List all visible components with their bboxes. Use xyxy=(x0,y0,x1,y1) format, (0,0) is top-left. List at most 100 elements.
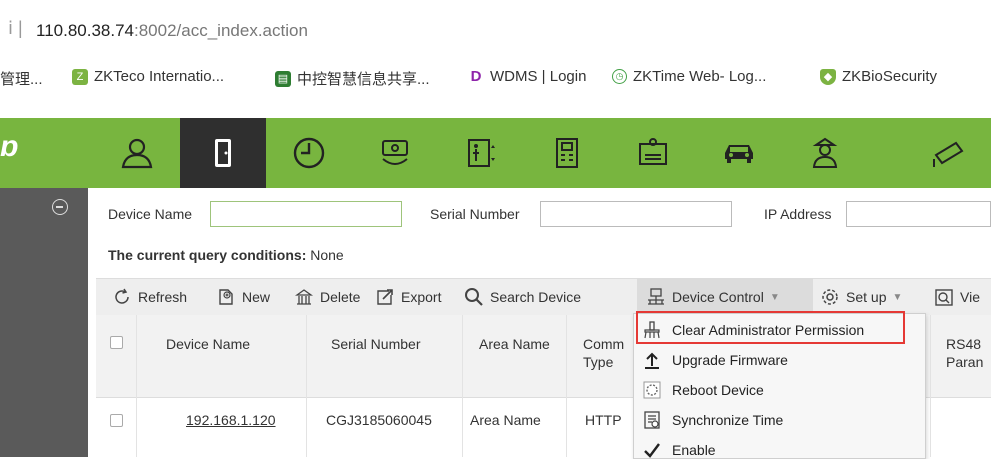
bookmark-label: ZKTeco Internatio... xyxy=(94,68,225,85)
col-device-name[interactable]: Device Name xyxy=(166,336,250,352)
bookmark-label: WDMS | Login xyxy=(490,68,587,85)
bookmark-1[interactable]: 管理... xyxy=(0,68,43,89)
column-divider xyxy=(462,315,463,457)
enable-icon xyxy=(644,443,660,458)
bookmark-share[interactable]: ▤ 中控智慧信息共享... xyxy=(275,68,430,89)
device-name-label: Device Name xyxy=(108,206,193,222)
bookmark-wdms[interactable]: D WDMS | Login xyxy=(468,68,586,85)
search-icon xyxy=(465,288,483,306)
row-device-name-link[interactable]: 192.168.1.120 xyxy=(186,412,276,428)
row-area-name: Area Name xyxy=(470,412,541,428)
top-module-nav xyxy=(0,118,991,188)
view-label: Vie xyxy=(960,289,980,305)
refresh-label: Refresh xyxy=(138,289,188,305)
col-rs485-line2[interactable]: Paran xyxy=(946,354,983,370)
video-module[interactable] xyxy=(905,118,991,188)
export-icon xyxy=(377,289,393,305)
setup-label: Set up xyxy=(846,289,887,305)
gear-icon xyxy=(822,289,838,305)
column-divider xyxy=(136,315,137,457)
consumption-module[interactable] xyxy=(352,118,438,188)
bookmark-zkteco[interactable]: Z ZKTeco Internatio... xyxy=(72,68,224,85)
elevator-module[interactable] xyxy=(438,118,524,188)
col-area-name[interactable]: Area Name xyxy=(479,336,550,352)
refresh-icon xyxy=(115,288,129,304)
export-button[interactable]: Export xyxy=(375,279,441,315)
col-serial-number[interactable]: Serial Number xyxy=(331,336,420,352)
menu-item-label: Synchronize Time xyxy=(672,412,784,428)
row-serial-number: CGJ3185060045 xyxy=(326,412,432,428)
new-icon xyxy=(219,289,233,305)
row-comm-type: HTTP xyxy=(585,412,622,428)
col-comm-type-line2[interactable]: Type xyxy=(583,354,613,370)
view-button[interactable]: Vie xyxy=(934,279,980,315)
bookmark-zkbio[interactable]: ◆ ZKBioSecurity xyxy=(820,68,937,85)
device-control-button[interactable]: Device Control ▼ xyxy=(646,279,780,315)
search-device-label: Search Device xyxy=(490,289,582,305)
building-module[interactable] xyxy=(524,118,610,188)
menu-item-synchronize-time[interactable]: Synchronize Time xyxy=(642,406,783,434)
attendance-clock-icon xyxy=(293,137,325,169)
column-divider xyxy=(930,315,931,457)
guard-icon xyxy=(812,137,838,168)
chevron-down-icon: ▼ xyxy=(892,291,903,303)
person-icon xyxy=(121,138,153,169)
highlight-box xyxy=(636,311,905,344)
select-all-checkbox[interactable] xyxy=(110,336,123,349)
menu-item-label: Upgrade Firmware xyxy=(672,352,788,368)
visitor-card-icon xyxy=(639,138,667,165)
url-host: 110.80.38.74 xyxy=(36,21,134,40)
menu-item-label: Reboot Device xyxy=(672,382,764,398)
access-control-module[interactable] xyxy=(180,118,266,188)
device-name-input[interactable] xyxy=(210,201,402,227)
sync-time-icon xyxy=(644,411,660,429)
clock-icon: ◷ xyxy=(612,69,627,84)
url-divider: ⅰ | xyxy=(8,18,23,38)
bookmark-zktime[interactable]: ◷ ZKTime Web- Log... xyxy=(612,68,766,85)
menu-item-reboot-device[interactable]: Reboot Device xyxy=(642,376,764,404)
search-device-button[interactable]: Search Device xyxy=(464,279,581,315)
parking-module[interactable] xyxy=(696,118,782,188)
column-divider xyxy=(566,315,567,457)
payment-icon xyxy=(382,140,408,165)
serial-number-label: Serial Number xyxy=(430,206,520,222)
new-button[interactable]: New xyxy=(216,279,270,315)
setup-button[interactable]: Set up ▼ xyxy=(820,279,902,315)
collapse-icon[interactable] xyxy=(52,199,68,215)
ip-address-label: IP Address xyxy=(764,206,832,222)
bookmarks-bar: 管理... Z ZKTeco Internatio... ▤ 中控智慧信息共享...… xyxy=(0,52,991,102)
delete-icon xyxy=(294,289,314,305)
wdms-icon: D xyxy=(468,68,484,85)
col-comm-type-line1[interactable]: Comm xyxy=(583,336,624,352)
menu-item-upgrade-firmware[interactable]: Upgrade Firmware xyxy=(642,346,788,374)
url-text[interactable]: 110.80.38.74:8002/acc_index.action xyxy=(36,21,308,41)
visitor-module[interactable] xyxy=(610,118,696,188)
shield-icon: ◆ xyxy=(820,68,836,85)
column-divider xyxy=(306,315,307,457)
chevron-down-icon: ▼ xyxy=(769,291,780,303)
bookmark-label: 管理... xyxy=(0,71,43,88)
left-sidebar xyxy=(0,188,88,457)
browser-url-bar[interactable]: ⅰ | 110.80.38.74:8002/acc_index.action xyxy=(0,0,991,53)
view-icon xyxy=(935,289,953,306)
refresh-button[interactable]: Refresh xyxy=(112,279,187,315)
serial-number-input[interactable] xyxy=(540,201,732,227)
col-rs485-line1[interactable]: RS48 xyxy=(946,336,981,352)
delete-button[interactable]: Delete xyxy=(294,279,360,315)
parking-car-icon xyxy=(725,145,753,163)
attendance-module[interactable] xyxy=(266,118,352,188)
patrol-module[interactable] xyxy=(782,118,868,188)
bookmark-label: ZKBioSecurity xyxy=(842,68,938,85)
personnel-module[interactable] xyxy=(94,118,180,188)
query-conditions: The current query conditions: None xyxy=(108,247,344,263)
query-conditions-value: None xyxy=(310,247,344,263)
row-checkbox[interactable] xyxy=(110,414,123,427)
building-icon xyxy=(556,138,578,168)
ip-address-input[interactable] xyxy=(846,201,991,227)
bookmark-label: 中控智慧信息共享... xyxy=(297,71,430,88)
logo-fragment: ɒ xyxy=(0,130,19,163)
new-label: New xyxy=(242,289,271,305)
share-icon: ▤ xyxy=(275,70,291,87)
menu-item-enable[interactable]: Enable xyxy=(642,436,716,458)
device-control-icon xyxy=(648,288,664,305)
